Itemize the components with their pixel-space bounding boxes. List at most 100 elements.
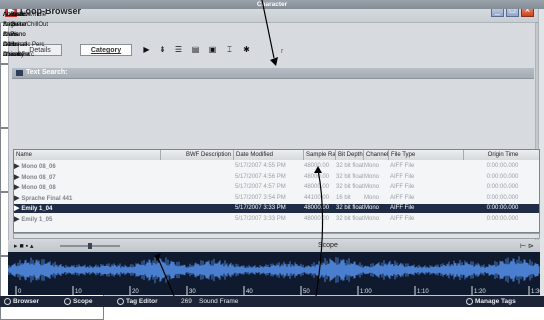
cell-channel: Mono <box>364 205 380 211</box>
cell-depth: 32 bit float <box>336 184 364 190</box>
radio-icon <box>64 297 71 305</box>
loop-browser-window: Loop-Browser _ □ × Details Category ▶ ⇟ … <box>0 0 544 320</box>
ruler-tick-label: 50 <box>303 289 310 295</box>
search-section-icon <box>16 70 23 76</box>
scope-transport-icon[interactable]: ▸ ■ ▪ ▴ <box>14 242 34 250</box>
cell-origin: 0:00:00.000 <box>486 173 519 180</box>
cell-date: 5/17/2007 4:57 PM <box>235 184 286 190</box>
settings-icon[interactable]: ✱ <box>241 44 252 56</box>
cell-channel: Mono <box>364 173 380 180</box>
manage-tags-radio[interactable]: Manage Tags <box>466 296 516 307</box>
browser-radio[interactable]: Browser <box>4 296 39 307</box>
cell-origin: 0:00:00.000 <box>486 194 519 201</box>
ruler-tick-label: 0 <box>18 289 22 295</box>
file-name: Emily 1_04 <box>21 206 53 212</box>
scope-icon[interactable]: ⌶ <box>224 44 235 56</box>
ruler-tick-label: 1:00 <box>360 289 372 295</box>
file-name: Mono 08_08 <box>21 185 56 191</box>
cell-depth: 32 bit float <box>336 163 364 169</box>
file-name: Mono 08_07 <box>21 174 56 181</box>
ruler-tick-label: 1:20 <box>474 289 486 295</box>
cell-type: AIFF File <box>390 163 415 169</box>
cell-rate: 48000.00 <box>304 163 330 169</box>
table-row[interactable]: ▶ Emily 1_05 5/17/2007 3:33 PM 48000.00 32 … <box>14 215 539 224</box>
table-row[interactable]: ▶ Mono 08_07 5/17/2007 4:56 PM 48000.00 32 … <box>14 173 539 182</box>
cell-name: ▶ Sprache Final 441 <box>14 194 161 204</box>
col-header-bit-depth[interactable]: Bit Depth <box>336 150 364 160</box>
ruler-tick-label: 1:10 <box>417 289 429 295</box>
folder-icon[interactable]: ▣ <box>207 44 218 56</box>
table-row[interactable]: ▶ Emily 1_04 5/17/2007 3:33 PM 48000.00 32 … <box>14 204 539 213</box>
col-header-file-type[interactable]: File Type <box>389 150 464 160</box>
col-header-bwf[interactable]: BWF Description <box>161 150 234 160</box>
cell-depth: 16 bit <box>336 194 351 201</box>
cell-rate: 48000.00 <box>304 215 330 222</box>
tab-category[interactable]: Category <box>80 44 132 56</box>
cell-name: ▶ Emily 1_04 <box>14 204 161 214</box>
grid-icon[interactable]: ▤ <box>190 44 201 56</box>
scope-radio[interactable]: Scope <box>64 296 93 307</box>
cell-type: AIFF File <box>390 215 415 222</box>
toolbar-partial-label: r <box>281 48 284 55</box>
table-row[interactable]: ▶ Mono 08_08 5/17/2007 4:57 PM 48000.00 32 … <box>14 183 539 192</box>
cell-rate: 44100.00 <box>304 194 330 201</box>
results-table: Name BWF Description Date Modified Sampl… <box>13 149 540 233</box>
cell-name: ▶ Mono 08_06 <box>14 162 161 172</box>
cell-date: 5/17/2007 3:54 PM <box>235 194 286 201</box>
cell-channel: Mono <box>364 215 380 222</box>
cell-date: 5/17/2007 4:56 PM <box>235 173 286 180</box>
cell-depth: 32 bit float <box>336 173 364 180</box>
scope-toolbar: ▸ ■ ▪ ▴ Scope ⊢ ⊳ <box>8 240 540 252</box>
cell-depth: 32 bit float <box>336 205 364 211</box>
results-scrollbar[interactable] <box>13 233 540 239</box>
col-header-sample-rate[interactable]: Sample Rate <box>304 150 336 160</box>
result-count: 269 <box>181 298 192 305</box>
cell-name: ▶ Mono 08_08 <box>14 183 161 193</box>
cell-channel: Mono <box>364 194 380 201</box>
cell-depth: 32 bit float <box>336 215 364 222</box>
ruler-tick-label: 40 <box>246 289 253 295</box>
cell-type: AIFF File <box>390 184 415 190</box>
table-row[interactable]: ▶ Mono 08_06 5/17/2007 4:55 PM 48000.00 32 … <box>14 162 539 171</box>
col-header-name[interactable]: Name <box>14 150 161 160</box>
col-header-date[interactable]: Date Modified <box>234 150 304 160</box>
sound-frame-label: Sound Frame <box>199 298 239 305</box>
status-bar: Browser Scope Tag Editor 269 Sound Frame… <box>0 296 544 307</box>
cell-type: AIFF File <box>390 205 415 211</box>
cell-type: AIFF File <box>390 173 415 180</box>
radio-icon <box>4 297 11 305</box>
tag-editor-radio[interactable]: Tag Editor <box>117 296 158 307</box>
file-name: Mono 08_06 <box>21 164 56 170</box>
text-search-bar: Text Search: <box>12 68 534 79</box>
cell-date: 5/17/2007 3:33 PM <box>235 205 286 211</box>
col-header-origin-time[interactable]: Origin Time <box>464 150 539 160</box>
list-icon[interactable]: ☰ <box>173 44 184 56</box>
cell-channel: Mono <box>364 184 380 190</box>
waveform-display[interactable]: 0 10 20 30 40 50 1:00 1:10 1:20 1:30 <box>7 252 543 295</box>
cell-date: 5/17/2007 3:33 PM <box>235 215 286 222</box>
waveform-path <box>7 256 540 284</box>
scope-label: Scope <box>318 242 338 249</box>
col-header-channel[interactable]: Channel <box>364 150 389 160</box>
ruler-tick-label: 30 <box>189 289 196 295</box>
filter-icon[interactable]: ⇟ <box>157 44 168 56</box>
cell-rate: 48000.00 <box>304 205 330 211</box>
text-search-label: Text Search: <box>26 69 68 76</box>
ruler-tick-label: 20 <box>132 289 139 295</box>
cell-name: ▶ Emily 1_05 <box>14 215 161 225</box>
scope-zoom-icon[interactable]: ⊢ ⊳ <box>520 242 534 250</box>
cell-origin: 0:00:00.000 <box>486 215 519 222</box>
cell-channel: Mono <box>364 163 380 169</box>
table-row[interactable]: ▶ Sprache Final 441 5/17/2007 3:54 PM 4410… <box>14 194 539 203</box>
cell-date: 5/17/2007 4:55 PM <box>235 163 286 169</box>
cell-rate: 48000.00 <box>304 184 330 190</box>
cell-origin: 0:00:00.000 <box>486 163 519 169</box>
play-icon[interactable]: ▶ <box>141 44 152 56</box>
file-name: Emily 1_05 <box>21 216 53 223</box>
cell-origin: 0:00:00.000 <box>486 184 519 190</box>
cell-rate: 48000.00 <box>304 173 330 180</box>
scope-zoom-thumb[interactable] <box>88 243 92 249</box>
radio-icon <box>117 297 124 305</box>
ruler-tick-label: 1:30 <box>531 289 540 295</box>
cell-type: AIFF File <box>390 194 415 201</box>
